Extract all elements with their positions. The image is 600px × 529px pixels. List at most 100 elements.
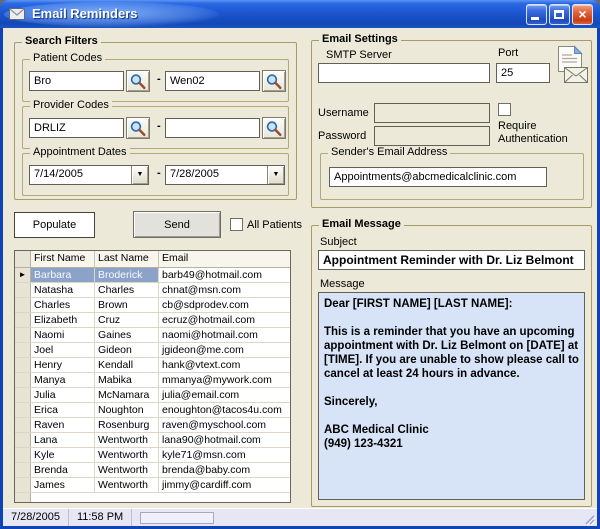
grid-cell[interactable]: Erica [31, 403, 95, 417]
populate-button[interactable]: Populate [14, 212, 95, 238]
grid-cell[interactable]: Naomi [31, 328, 95, 342]
grid-cell[interactable]: Wentworth [95, 448, 159, 462]
all-patients-checkbox[interactable] [230, 218, 243, 231]
sender-email-input[interactable] [329, 167, 547, 187]
grid-cell[interactable]: Lana [31, 433, 95, 447]
message-textarea[interactable] [318, 292, 585, 500]
row-header[interactable] [15, 283, 31, 297]
chevron-down-icon[interactable]: ▼ [131, 166, 148, 184]
grid-cell[interactable]: julia@email.com [159, 388, 290, 402]
provider-code-from-input[interactable] [29, 118, 124, 138]
smtp-server-input[interactable] [318, 63, 490, 83]
row-header[interactable] [15, 328, 31, 342]
grid-cell[interactable]: Barbara [31, 268, 95, 282]
grid-cell[interactable]: James [31, 478, 95, 492]
grid-cell[interactable]: barb49@hotmail.com [159, 268, 290, 282]
row-header[interactable] [15, 418, 31, 432]
grid-cell[interactable]: Noughton [95, 403, 159, 417]
patient-code-to-lookup-button[interactable] [262, 70, 286, 92]
resize-grip-icon[interactable] [582, 512, 596, 526]
grid-cell[interactable]: mmanya@mywork.com [159, 373, 290, 387]
grid-cell[interactable]: Natasha [31, 283, 95, 297]
grid-cell[interactable]: Joel [31, 343, 95, 357]
row-header[interactable] [15, 343, 31, 357]
table-row[interactable]: JoelGideonjgideon@me.com [15, 343, 290, 358]
table-row[interactable]: JuliaMcNamarajulia@email.com [15, 388, 290, 403]
port-input[interactable] [496, 63, 550, 83]
send-button[interactable]: Send [133, 211, 221, 238]
require-authentication-checkbox[interactable] [498, 103, 511, 116]
grid-cell[interactable]: Gaines [95, 328, 159, 342]
grid-cell[interactable]: Mabika [95, 373, 159, 387]
minimize-button[interactable] [526, 4, 547, 25]
row-header[interactable] [15, 403, 31, 417]
grid-cell[interactable]: enoughton@tacos4u.com [159, 403, 290, 417]
grid-cell[interactable]: Charles [95, 283, 159, 297]
grid-cell[interactable]: brenda@baby.com [159, 463, 290, 477]
grid-cell[interactable]: Rosenburg [95, 418, 159, 432]
current-row-arrow-icon[interactable]: ► [15, 268, 31, 282]
grid-cell[interactable]: Brown [95, 298, 159, 312]
grid-cell[interactable]: jimmy@cardiff.com [159, 478, 290, 492]
title-bar[interactable]: Email Reminders × [0, 0, 600, 28]
grid-cell[interactable]: Kyle [31, 448, 95, 462]
subject-input[interactable] [318, 250, 585, 270]
grid-cell[interactable]: hank@vtext.com [159, 358, 290, 372]
date-from-combobox[interactable]: 7/14/2005 ▼ [29, 165, 149, 185]
provider-code-to-input[interactable] [165, 118, 260, 138]
column-header-first-name[interactable]: First Name [31, 251, 95, 267]
date-to-combobox[interactable]: 7/28/2005 ▼ [165, 165, 285, 185]
patient-code-from-lookup-button[interactable] [126, 70, 150, 92]
grid-cell[interactable]: Raven [31, 418, 95, 432]
grid-cell[interactable]: Manya [31, 373, 95, 387]
maximize-button[interactable] [549, 4, 570, 25]
grid-cell[interactable]: Wentworth [95, 463, 159, 477]
provider-code-from-lookup-button[interactable] [126, 117, 150, 139]
grid-cell[interactable]: naomi@hotmail.com [159, 328, 290, 342]
column-header-email[interactable]: Email [159, 251, 290, 267]
row-header[interactable] [15, 478, 31, 492]
row-header[interactable] [15, 313, 31, 327]
password-input[interactable] [374, 126, 490, 146]
grid-cell[interactable]: Julia [31, 388, 95, 402]
row-header[interactable] [15, 298, 31, 312]
row-header[interactable] [15, 448, 31, 462]
table-row[interactable]: KyleWentworthkyle71@msn.com [15, 448, 290, 463]
row-header[interactable] [15, 373, 31, 387]
grid-cell[interactable]: Brenda [31, 463, 95, 477]
grid-cell[interactable]: Wentworth [95, 433, 159, 447]
grid-cell[interactable]: Kendall [95, 358, 159, 372]
table-row[interactable]: CharlesBrowncb@sdprodev.com [15, 298, 290, 313]
patient-code-from-input[interactable] [29, 71, 124, 91]
row-header[interactable] [15, 463, 31, 477]
grid-cell[interactable]: McNamara [95, 388, 159, 402]
row-header[interactable] [15, 358, 31, 372]
grid-cell[interactable]: kyle71@msn.com [159, 448, 290, 462]
grid-cell[interactable]: Cruz [95, 313, 159, 327]
column-header-last-name[interactable]: Last Name [95, 251, 159, 267]
grid-cell[interactable]: Henry [31, 358, 95, 372]
grid-cell[interactable]: Charles [31, 298, 95, 312]
grid-cell[interactable]: lana90@hotmail.com [159, 433, 290, 447]
patient-code-to-input[interactable] [165, 71, 260, 91]
table-row[interactable]: ►BarbaraBroderickbarb49@hotmail.com [15, 268, 290, 283]
chevron-down-icon[interactable]: ▼ [267, 166, 284, 184]
table-row[interactable]: RavenRosenburgraven@myschool.com [15, 418, 290, 433]
grid-cell[interactable]: Wentworth [95, 478, 159, 492]
table-row[interactable]: NaomiGainesnaomi@hotmail.com [15, 328, 290, 343]
row-header[interactable] [15, 388, 31, 402]
close-button[interactable]: × [572, 4, 593, 25]
table-row[interactable]: JamesWentworthjimmy@cardiff.com [15, 478, 290, 493]
grid-cell[interactable]: Broderick [95, 268, 159, 282]
table-row[interactable]: EricaNoughtonenoughton@tacos4u.com [15, 403, 290, 418]
grid-cell[interactable]: ecruz@hotmail.com [159, 313, 290, 327]
grid-cell[interactable]: Elizabeth [31, 313, 95, 327]
grid-cell[interactable]: chnat@msn.com [159, 283, 290, 297]
grid-cell[interactable]: cb@sdprodev.com [159, 298, 290, 312]
table-row[interactable]: BrendaWentworthbrenda@baby.com [15, 463, 290, 478]
grid-cell[interactable]: raven@myschool.com [159, 418, 290, 432]
grid-cell[interactable]: Gideon [95, 343, 159, 357]
table-row[interactable]: LanaWentworthlana90@hotmail.com [15, 433, 290, 448]
table-row[interactable]: ElizabethCruzecruz@hotmail.com [15, 313, 290, 328]
username-input[interactable] [374, 103, 490, 123]
